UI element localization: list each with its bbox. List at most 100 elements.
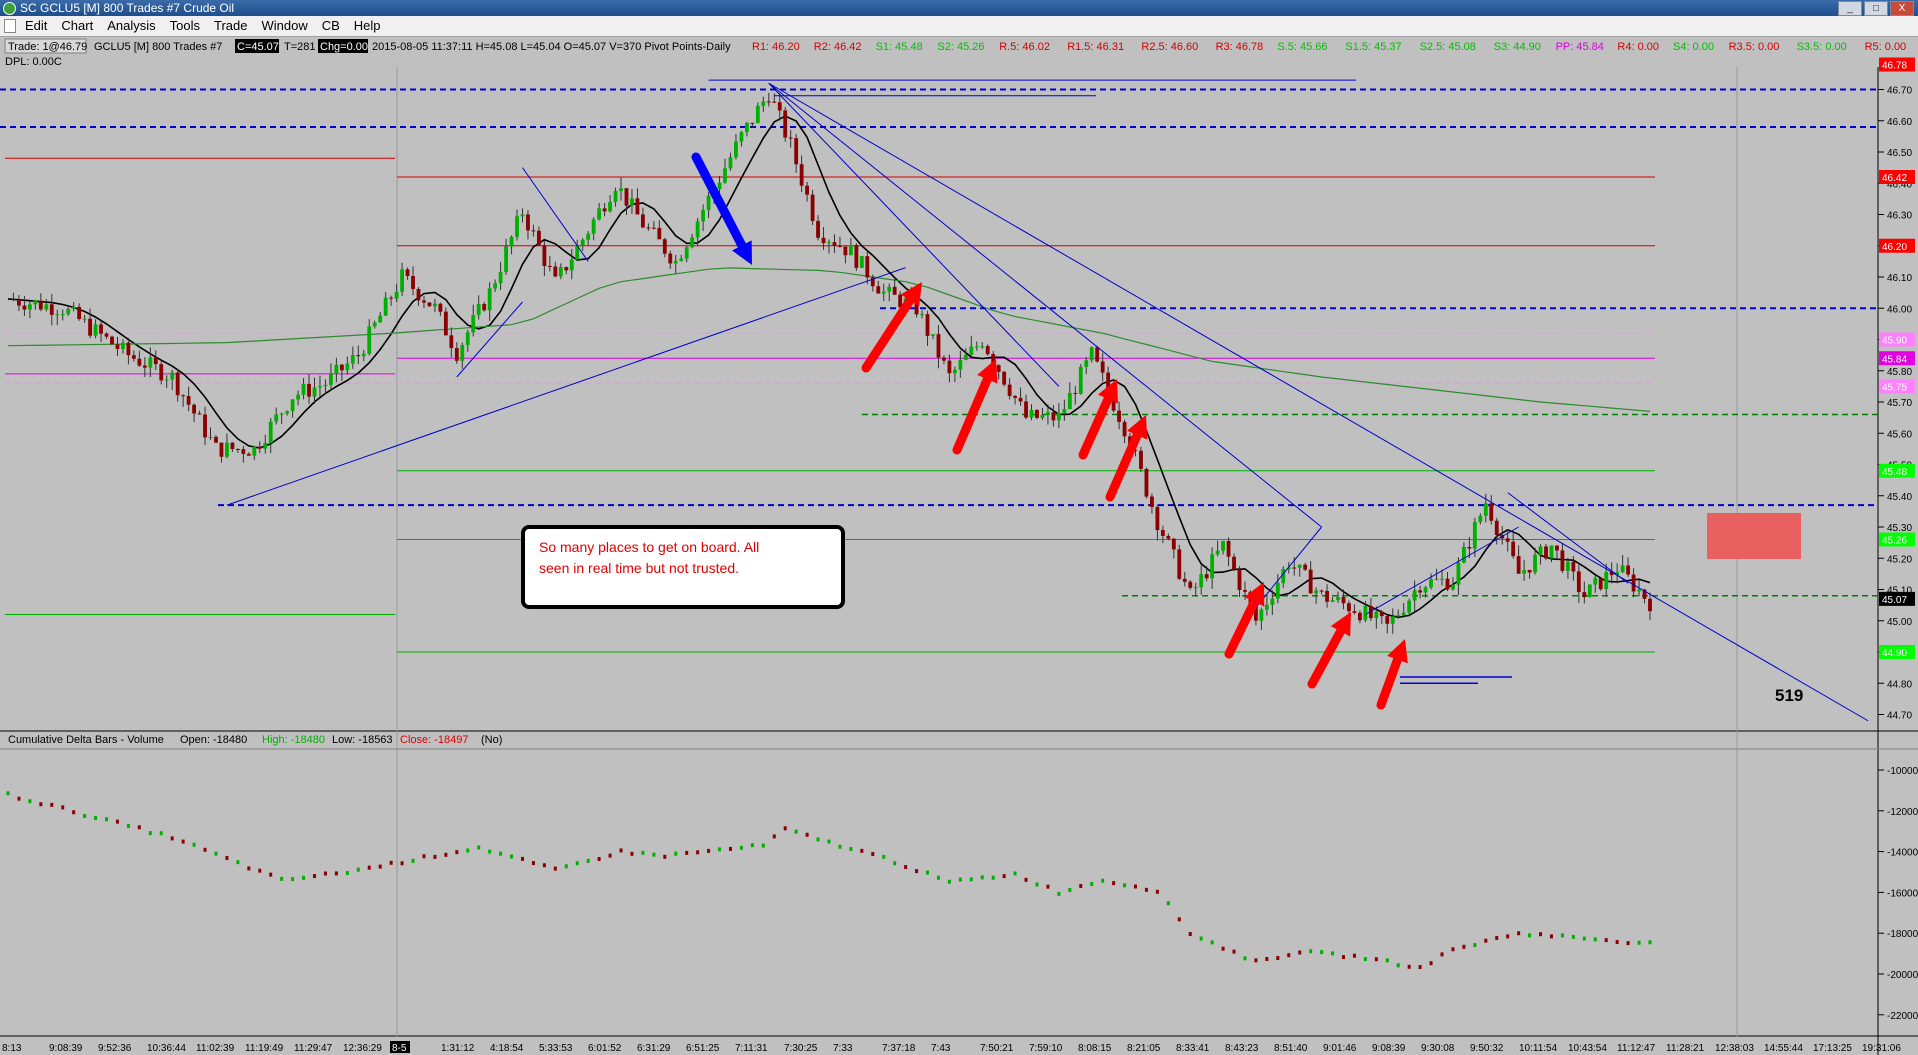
time-tick-label: 8:51:40 (1274, 1043, 1308, 1054)
candle-body (372, 322, 377, 327)
candle-body (526, 214, 530, 231)
candle-body (1040, 415, 1045, 418)
candle-body (925, 314, 930, 336)
delta-bar (50, 802, 54, 807)
pivot-value-3: S2: 45.26 (937, 41, 984, 53)
delta-bar (356, 867, 360, 872)
price-chart-svg[interactable]: Trade: 1@46.79 GCLU5 [M] 800 Trades #7 C… (0, 37, 1918, 1055)
delta-bar (652, 852, 656, 857)
candle-body (1593, 578, 1598, 585)
close-button[interactable]: X (1890, 1, 1914, 16)
candle-body (153, 357, 158, 365)
annotation-line-1: So many places to get on board. All (539, 539, 759, 555)
menu-window[interactable]: Window (254, 16, 314, 36)
candle-body (865, 256, 870, 278)
delta-bar (433, 854, 437, 859)
menu-cb[interactable]: CB (315, 16, 347, 36)
menu-tools[interactable]: Tools (163, 16, 207, 36)
candle-body (1429, 579, 1433, 588)
delta-bar (674, 851, 678, 856)
delta-bar (1539, 932, 1543, 937)
time-tick-label: 6:31:29 (637, 1043, 671, 1054)
candle-body (126, 342, 131, 356)
candle-body (433, 303, 437, 307)
delta-bar (564, 864, 568, 869)
delta-bar (718, 847, 722, 852)
pivot-value-11: S3: 44.90 (1494, 41, 1541, 53)
candle-body (1046, 412, 1050, 416)
candle-body (1067, 392, 1072, 410)
candle-body (958, 359, 963, 370)
candle-body (1533, 554, 1537, 573)
time-tick-label: 7:59:10 (1029, 1043, 1063, 1054)
candle-body (252, 446, 257, 456)
delta-bar (1637, 940, 1641, 945)
delta-bar (1101, 878, 1105, 883)
delta-bar (958, 877, 962, 882)
candle-body (137, 358, 142, 366)
candle-body (761, 101, 766, 106)
chart-document-icon[interactable] (4, 19, 16, 33)
price-tick-label: 44.70 (1887, 711, 1912, 722)
bar-info: 2015-08-05 11:37:11 H=45.08 L=45.04 O=45… (372, 41, 731, 53)
candle-body (1505, 538, 1510, 542)
delta-bar (1341, 955, 1345, 960)
candle-body (192, 404, 197, 414)
delta-bar (772, 834, 776, 839)
delta-bar (750, 843, 754, 848)
price-badge: 45.84 (1882, 354, 1907, 365)
maximize-button[interactable]: □ (1864, 1, 1888, 16)
candle-body (1035, 409, 1039, 418)
delta-bar (488, 849, 492, 854)
candle-body (1604, 571, 1609, 590)
candle-body (876, 286, 881, 294)
delta-bar (882, 854, 886, 859)
candle-body (542, 245, 547, 267)
time-tick-label: 11:19:49 (245, 1043, 284, 1054)
window-title: SC GCLU5 [M] 800 Trades #7 Crude Oil (20, 1, 235, 15)
pivot-value-14: S4: 0.00 (1673, 41, 1714, 53)
candle-body (1407, 600, 1412, 613)
time-tick-label: 17:13:25 (1813, 1043, 1852, 1054)
candle-body (1117, 410, 1122, 422)
delta-bar (1407, 964, 1411, 969)
candle-body (1631, 574, 1636, 592)
delta-bar (827, 839, 831, 844)
candle-body (1451, 584, 1455, 590)
menu-chart[interactable]: Chart (54, 16, 100, 36)
menu-help[interactable]: Help (347, 16, 388, 36)
candle-body (838, 245, 842, 247)
delta-bar (1232, 949, 1236, 954)
time-tick-label: 6:01:52 (588, 1043, 622, 1054)
candle-body (1538, 546, 1543, 555)
delta-bar (1002, 874, 1006, 879)
candle-body (1056, 412, 1061, 421)
candle-body (547, 266, 552, 268)
minimize-button[interactable]: _ (1838, 1, 1862, 16)
price-badge: 45.90 (1882, 336, 1907, 347)
delta-bar (783, 826, 787, 831)
candle-body (1029, 409, 1034, 418)
time-tick-label: 12:36:29 (343, 1043, 382, 1054)
candle-body (1177, 549, 1182, 579)
price-tick-label: 46.70 (1887, 86, 1912, 97)
pivot-value-15: R3.5: 0.00 (1729, 41, 1780, 53)
delta-bar (137, 825, 141, 830)
chart-area[interactable]: Trade: 1@46.79 GCLU5 [M] 800 Trades #7 C… (0, 37, 1918, 1055)
delta-bar (1134, 884, 1138, 889)
delta-bar (39, 802, 43, 807)
delta-bar (641, 850, 645, 855)
menu-analysis[interactable]: Analysis (100, 16, 162, 36)
candle-body (181, 395, 186, 397)
price-tick-label: 46.10 (1887, 273, 1912, 284)
candle-body (60, 314, 65, 316)
menu-trade[interactable]: Trade (207, 16, 254, 36)
menu-edit[interactable]: Edit (18, 16, 54, 36)
candle-body (1489, 503, 1494, 521)
candle-body (1264, 604, 1269, 610)
delta-bar (1528, 933, 1532, 938)
delta-bar (805, 832, 809, 837)
candle-body (465, 332, 470, 346)
candle-body (1160, 530, 1165, 536)
candle-body (1374, 611, 1379, 619)
